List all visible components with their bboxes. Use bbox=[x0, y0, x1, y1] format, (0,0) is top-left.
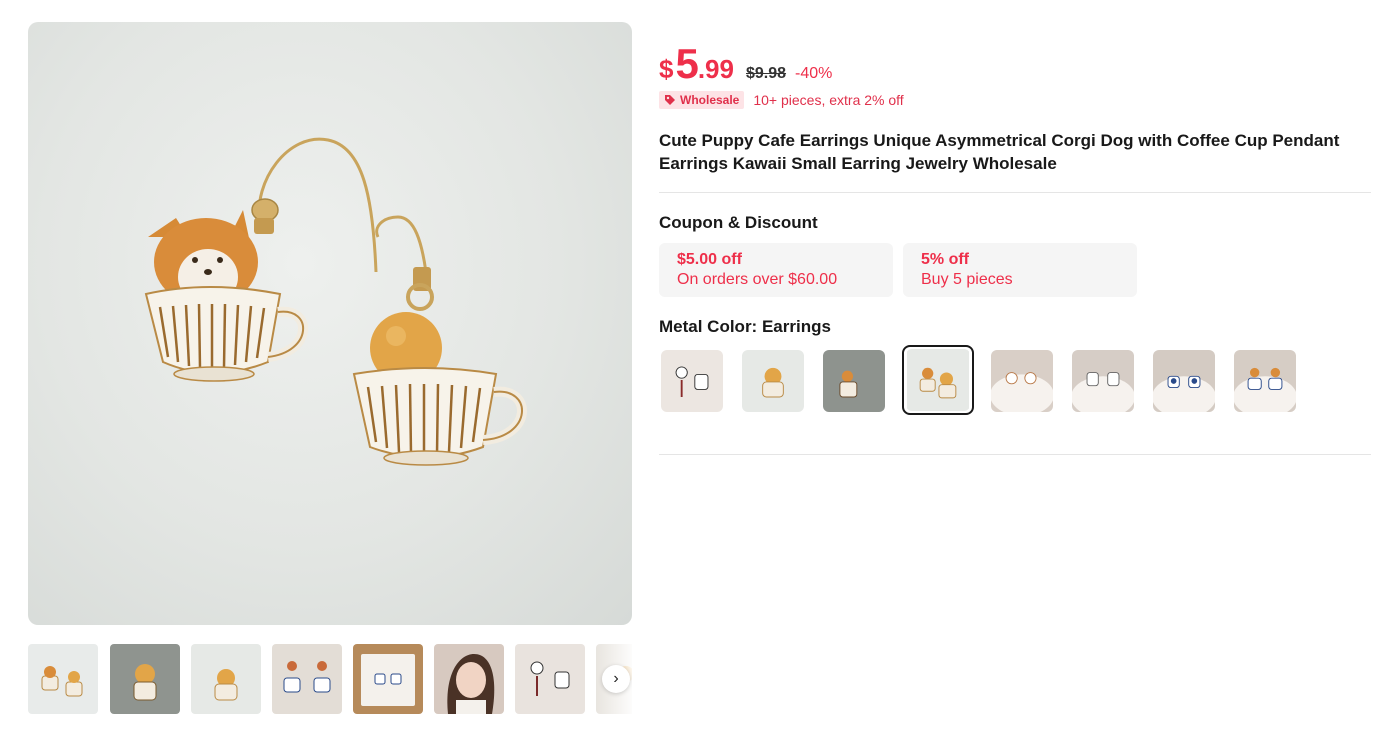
original-price: $9.98 bbox=[745, 65, 787, 82]
divider bbox=[659, 192, 1371, 193]
coupon-title: $5.00 off bbox=[677, 251, 742, 268]
tag-icon bbox=[665, 95, 675, 105]
color-option-3[interactable] bbox=[821, 348, 887, 414]
metal-color-options bbox=[659, 345, 1371, 415]
price-row: $ 5 .99 $9.98 -40% bbox=[659, 40, 1371, 87]
coupon-description: Buy 5 pieces bbox=[921, 271, 1013, 288]
chevron-right-icon: › bbox=[613, 670, 619, 687]
product-title: Cute Puppy Cafe Earrings Unique Asymmetr… bbox=[659, 131, 1340, 173]
color-option-4-selected[interactable] bbox=[902, 345, 974, 415]
coupon-title: 5% off bbox=[921, 251, 969, 268]
thumbnail-1[interactable] bbox=[28, 644, 98, 714]
divider bbox=[659, 454, 1371, 455]
thumbnail-next-button[interactable]: › bbox=[602, 665, 630, 693]
color-option-1[interactable] bbox=[659, 348, 725, 414]
coupon-description: On orders over $60.00 bbox=[677, 271, 838, 288]
price-currency: $ bbox=[659, 54, 674, 84]
thumbnail-4[interactable] bbox=[272, 644, 342, 714]
metal-color-label: Metal Color: Earrings bbox=[659, 317, 1371, 337]
thumbnail-5[interactable] bbox=[353, 644, 423, 714]
color-option-6[interactable] bbox=[1070, 348, 1136, 414]
main-product-image[interactable] bbox=[28, 22, 632, 625]
price-decimal: .99 bbox=[697, 54, 734, 84]
metal-color-label-text: Metal Color: bbox=[659, 317, 762, 336]
coupon-card[interactable]: 5% off Buy 5 pieces bbox=[903, 243, 1137, 297]
wholesale-badge: Wholesale bbox=[659, 91, 745, 109]
wholesale-row: Wholesale 10+ pieces, extra 2% off bbox=[659, 91, 1371, 109]
wholesale-text: 10+ pieces, extra 2% off bbox=[753, 92, 904, 108]
coupon-list: $5.00 off On orders over $60.00 5% off B… bbox=[659, 243, 1371, 297]
thumbnail-6[interactable] bbox=[434, 644, 504, 714]
color-option-2[interactable] bbox=[740, 348, 806, 414]
thumbnail-3[interactable] bbox=[191, 644, 261, 714]
color-option-5[interactable] bbox=[989, 348, 1055, 414]
coupon-card[interactable]: $5.00 off On orders over $60.00 bbox=[659, 243, 893, 297]
discount-percent: -40% bbox=[795, 65, 833, 82]
color-option-7[interactable] bbox=[1151, 348, 1217, 414]
price-integer: 5 bbox=[675, 40, 698, 87]
thumbnail-2[interactable] bbox=[110, 644, 180, 714]
thumbnail-7[interactable] bbox=[515, 644, 585, 714]
wholesale-badge-label: Wholesale bbox=[680, 93, 740, 107]
product-info: $ 5 .99 $9.98 -40% Wholesale 10+ pieces,… bbox=[659, 40, 1371, 455]
coupon-section-label: Coupon & Discount bbox=[659, 213, 818, 232]
thumbnail-strip: › bbox=[28, 644, 632, 716]
color-option-8[interactable] bbox=[1232, 348, 1298, 414]
metal-color-value: Earrings bbox=[761, 317, 831, 336]
